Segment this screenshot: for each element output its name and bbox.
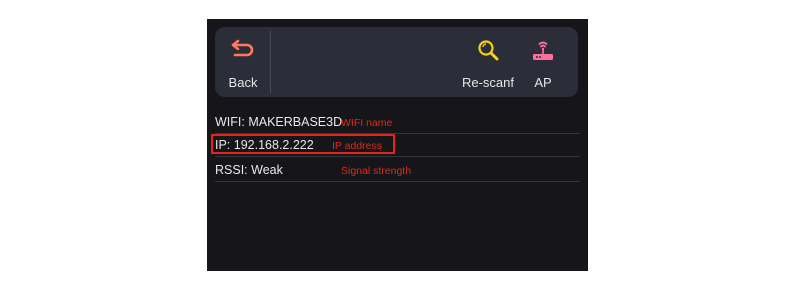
rescan-button[interactable]: Re-scanf: [458, 27, 518, 97]
ap-button[interactable]: AP: [521, 27, 565, 97]
router-icon: [531, 39, 555, 68]
magnifier-icon: [477, 39, 499, 66]
rescan-label: Re-scanf: [461, 75, 515, 90]
back-label: Back: [228, 75, 258, 90]
toolbar-divider: [270, 31, 271, 93]
return-arrow-icon: [231, 39, 255, 64]
wifi-name-row: WIFI: MAKERBASE3D WIFI name: [215, 111, 580, 134]
rssi-annotation: Signal strength: [341, 165, 412, 177]
device-screen: Back Re-scanf AP WIFI: MAKERBASE3D WIFI …: [207, 19, 588, 271]
rssi-row: RSSI: Weak Signal strength: [215, 159, 580, 182]
wifi-name-text: WIFI: MAKERBASE3D: [215, 115, 343, 129]
wifi-name-annotation: WIFI name: [341, 117, 393, 129]
toolbar: Back Re-scanf AP: [215, 27, 578, 97]
rssi-text: RSSI: Weak: [215, 163, 283, 177]
ip-highlight-box: [211, 134, 395, 154]
ap-label: AP: [534, 75, 552, 90]
back-button[interactable]: Back: [221, 27, 265, 97]
